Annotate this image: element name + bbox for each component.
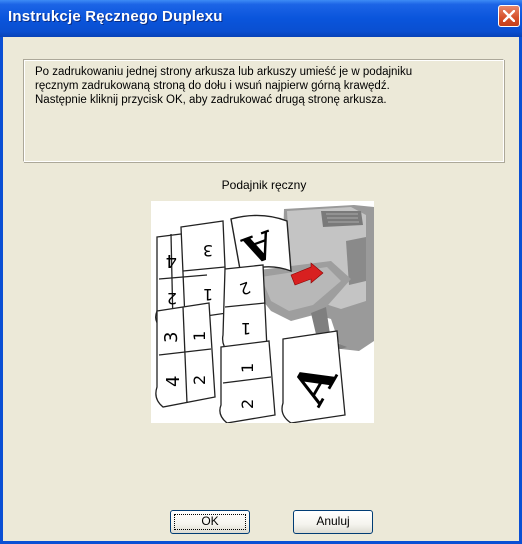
focus-rect (174, 514, 246, 530)
message-line-2: ręcznym zadrukowaną stroną do dołu i wsu… (35, 80, 390, 92)
dialog-window: Instrukcje Ręcznego Duplexu Po zadrukowa… (0, 0, 522, 544)
sheet-number: 2 (190, 375, 209, 385)
sheet-number: 1 (241, 319, 251, 338)
manual-feed-illustration: A 4 3 2 1 2 1 3 1 4 2 1 2 A (151, 201, 374, 424)
window-title: Instrukcje Ręcznego Duplexu (8, 8, 223, 25)
sheet-number: 1 (190, 331, 209, 341)
title-bar[interactable]: Instrukcje Ręcznego Duplexu (0, 0, 522, 37)
close-icon (503, 10, 515, 22)
ok-button[interactable]: OK (170, 510, 250, 534)
instruction-message-box: Po zadrukowaniu jednej strony arkusza lu… (23, 59, 504, 162)
sheet-number: 3 (161, 332, 182, 343)
message-line-1: Po zadrukowaniu jednej strony arkusza lu… (35, 66, 413, 78)
sheet-number: 2 (238, 399, 257, 409)
close-button[interactable] (498, 5, 520, 27)
sheet-number: 2 (167, 289, 177, 308)
sheet-number: 3 (203, 241, 213, 260)
sheet-number: 4 (163, 376, 184, 387)
sheet-number: 1 (203, 285, 213, 304)
printer-manual-feed-image: A 4 3 2 1 2 1 3 1 4 2 1 2 A (155, 205, 374, 424)
cancel-button[interactable]: Anuluj (293, 510, 373, 534)
sheet-number: 4 (166, 250, 177, 271)
sheet-number: 1 (238, 363, 257, 373)
cancel-button-label: Anuluj (316, 514, 350, 528)
manual-feed-caption: Podajnik ręczny (221, 178, 307, 192)
message-line-3: Następnie kliknij przycisk OK, aby zadru… (35, 94, 387, 106)
